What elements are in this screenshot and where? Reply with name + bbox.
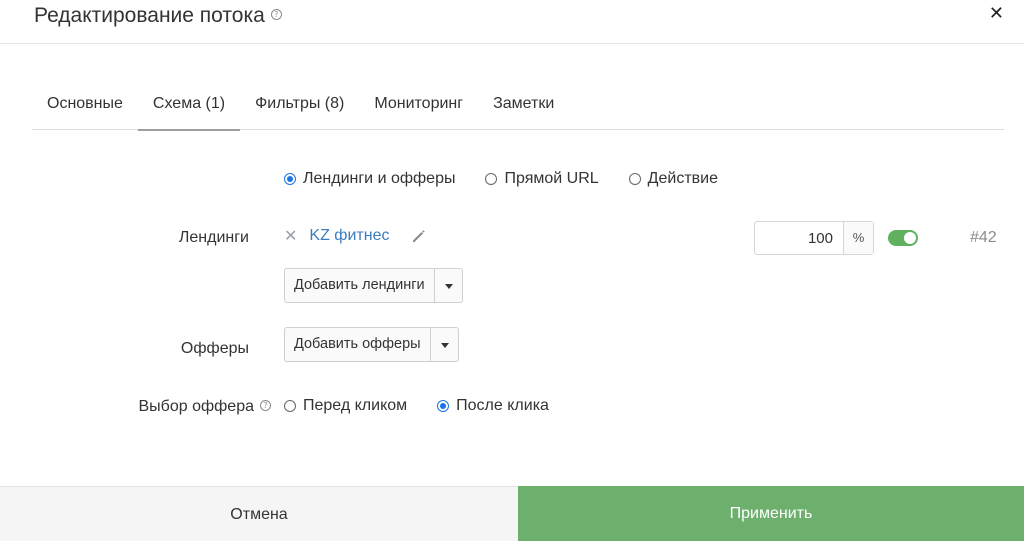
offer-choice-label-wrap: Выбор оффера? [11,398,271,416]
radio-action-label[interactable]: Действие [648,170,718,188]
radio-before-click[interactable] [284,400,296,412]
landing-link[interactable]: KZ фитнес [309,227,389,245]
modal-header: Редактирование потока? ✕ [0,0,1024,44]
landing-item: ✕ KZ фитнес [284,226,427,245]
caret-down-icon[interactable] [433,269,462,302]
modal-footer: Отмена Применить [0,486,1024,541]
tab-bar: Основные Схема (1) Фильтры (8) Мониторин… [32,85,1004,131]
remove-icon[interactable]: ✕ [284,226,297,245]
offers-label: Офферы [180,340,249,357]
landing-enabled-toggle[interactable] [888,230,918,246]
pencil-icon[interactable] [411,228,427,244]
edit-flow-modal: Редактирование потока? ✕ Основные Схема … [0,0,1024,541]
radio-before-click-label[interactable]: Перед кликом [303,397,407,415]
help-icon[interactable]: ? [260,400,271,412]
radio-after-click-label[interactable]: После клика [456,397,549,415]
radio-after-click[interactable] [437,400,450,412]
offer-choice-radio-group: Перед кликом После клика [284,397,579,415]
scheme-type-radio-group: Лендинги и офферы Прямой URL Действие [284,170,748,188]
tab-scheme[interactable]: Схема (1) [137,85,241,131]
add-landings-button[interactable]: Добавить лендинги [284,268,463,303]
cancel-button[interactable]: Отмена [0,486,518,541]
apply-button[interactable]: Применить [518,486,1024,541]
tab-main[interactable]: Основные [32,85,138,130]
tab-filters[interactable]: Фильтры (8) [240,85,359,130]
radio-direct-url[interactable] [485,173,498,185]
radio-direct-url-label[interactable]: Прямой URL [504,170,598,188]
weight-unit-label: % [843,222,873,254]
close-icon[interactable]: ✕ [989,3,1004,25]
modal-title-wrap: Редактирование потока? [34,2,282,30]
add-offers-button[interactable]: Добавить офферы [284,327,459,362]
tab-notes[interactable]: Заметки [478,85,569,130]
modal-title: Редактирование потока [34,4,265,27]
landing-id: #42 [970,229,997,246]
help-icon[interactable]: ? [270,8,282,20]
add-offers-button-label[interactable]: Добавить офферы [285,328,430,361]
add-landings-button-label[interactable]: Добавить лендинги [285,269,434,302]
caret-down-icon[interactable] [429,328,458,361]
radio-landings-offers-label[interactable]: Лендинги и офферы [303,170,455,188]
tab-monitoring[interactable]: Мониторинг [359,85,478,130]
offer-choice-label: Выбор оффера [138,398,255,415]
landings-label: Лендинги [178,229,249,246]
landing-weight-input[interactable] [755,222,843,254]
radio-action[interactable] [628,173,641,185]
landing-weight-field: % [754,221,874,255]
radio-landings-offers[interactable] [284,173,296,185]
